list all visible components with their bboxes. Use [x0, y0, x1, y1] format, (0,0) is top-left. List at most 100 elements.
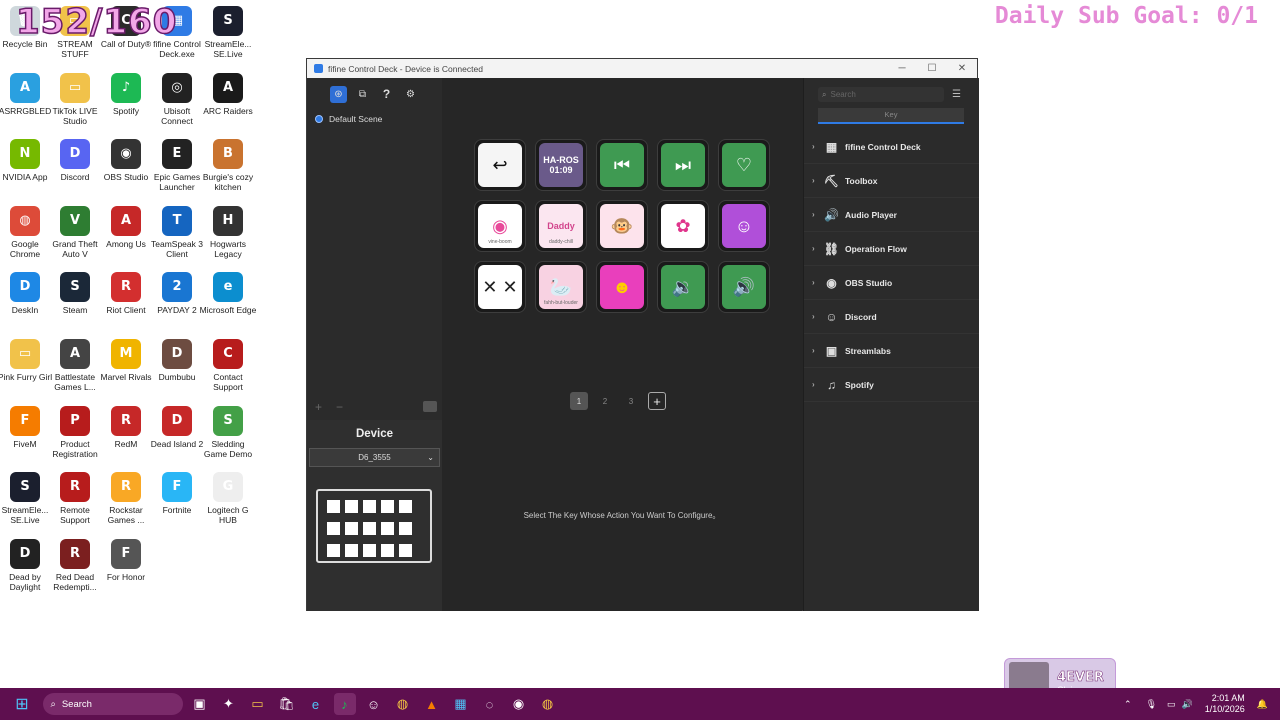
desktop-icon[interactable]: S StreamEle... SE.Live [199, 6, 257, 59]
help-icon[interactable]: ? [378, 86, 395, 103]
desktop-icon-label: Battlestate Games L... [54, 372, 96, 392]
copilot-icon[interactable]: ✦ [218, 693, 240, 715]
category-fifine-control-deck[interactable]: › ▦ fifine Control Deck [804, 130, 979, 164]
desktop-icon[interactable]: R Riot Client [97, 272, 155, 315]
deck-key[interactable]: 🔊 [718, 261, 770, 313]
search-input[interactable]: ⌕ Search [818, 87, 944, 102]
add-page-button[interactable]: + [648, 392, 666, 410]
desktop-icon[interactable]: S Steam [46, 272, 104, 315]
task-view-icon[interactable]: ▣ [189, 693, 211, 715]
chevron-up-icon[interactable]: ⌃ [1124, 699, 1132, 710]
category-list: › ▦ fifine Control Deck › ⛏ Toolbox › 🔊 Audio Pl… [804, 130, 979, 402]
desktop-icon[interactable]: R Rockstar Games ... [97, 472, 155, 525]
edge-icon[interactable]: e [305, 693, 327, 715]
list-view-icon[interactable]: ☰ [952, 89, 961, 100]
copy-icon[interactable]: ⧉ [354, 86, 371, 103]
volume-icon[interactable]: 🔊 [1182, 699, 1193, 710]
desktop-icon[interactable]: T TeamSpeak 3 Client [148, 205, 206, 259]
desktop-icon[interactable]: C Contact Support [199, 339, 257, 392]
desktop-icon[interactable]: D Discord [46, 139, 104, 182]
deck-key[interactable]: ◉ vine-boom [474, 200, 526, 252]
deck-key[interactable]: HA-ROS 01:09 [535, 139, 587, 191]
desktop-icon[interactable]: A ARC Raiders [199, 72, 257, 116]
fifine-control-deck-window: fifine Control Deck - Device is Connecte… [306, 58, 979, 611]
desktop-icon[interactable]: D Dead Island 2 [148, 405, 206, 449]
scene-icon[interactable]: ⊛ [330, 85, 347, 103]
desktop-icon[interactable]: R Remote Support [46, 472, 104, 525]
desktop-icon[interactable]: S Sledding Game Demo [199, 405, 257, 459]
desktop-icon[interactable]: A Among Us [97, 205, 155, 249]
minimize-button[interactable]: ─ [887, 63, 917, 74]
deck-key[interactable]: ⏭ [657, 139, 709, 191]
start-button[interactable]: ⊞ [11, 693, 33, 715]
desktop-icon[interactable]: F For Honor [97, 538, 155, 582]
desktop-icon[interactable]: B Burgie's cozy kitchen [199, 139, 257, 192]
desktop-icon[interactable]: R Red Dead Redempti... [46, 538, 104, 592]
control-deck-taskbar-icon[interactable]: ▦ [450, 693, 472, 715]
clock-time[interactable]: 2:01 AM [1205, 693, 1245, 704]
category-discord[interactable]: › ☺ Discord [804, 300, 979, 334]
network-icon[interactable]: ▭ [1167, 699, 1176, 710]
desktop-icon[interactable]: 2 PAYDAY 2 [148, 272, 206, 315]
discord-taskbar-icon[interactable]: ☺ [363, 693, 385, 715]
page-button-1[interactable]: 1 [570, 392, 588, 410]
page-button-3[interactable]: 3 [622, 392, 640, 410]
deck-key[interactable]: ⏮ [596, 139, 648, 191]
deck-key[interactable]: Daddy daddy-chill [535, 200, 587, 252]
store-icon[interactable]: 🛍 [276, 693, 298, 715]
deck-key[interactable]: ✕ ✕ [474, 261, 526, 313]
desktop-icon[interactable]: D Dumbubu [148, 339, 206, 382]
desktop-icon[interactable]: e Microsoft Edge [199, 272, 257, 315]
category-obs-studio[interactable]: › ◉ OBS Studio [804, 266, 979, 300]
deck-key[interactable]: ♡ [718, 139, 770, 191]
desktop-icon[interactable]: M Marvel Rivals [97, 339, 155, 382]
category-streamlabs[interactable]: › ▣ Streamlabs [804, 334, 979, 368]
scene-options-icon[interactable] [423, 401, 437, 412]
desktop-icon[interactable]: R RedM [97, 405, 155, 449]
desktop-icon[interactable]: ◉ OBS Studio [97, 139, 155, 182]
close-button[interactable]: ✕ [947, 63, 977, 74]
page-button-2[interactable]: 2 [596, 392, 614, 410]
scene-item-default[interactable]: Default Scene [307, 114, 442, 124]
desktop-icon-label: Sledding Game Demo [203, 438, 253, 459]
desktop-icon[interactable]: H Hogwarts Legacy [199, 205, 257, 259]
remove-scene-button[interactable]: − [336, 400, 343, 414]
clock-date[interactable]: 1/10/2026 [1205, 704, 1245, 715]
deck-key[interactable]: ✿ [657, 200, 709, 252]
deck-key[interactable]: ↩ [474, 139, 526, 191]
desktop-icon-label: Hogwarts Legacy [210, 238, 246, 259]
category-toolbox[interactable]: › ⛏ Toolbox [804, 164, 979, 198]
desktop-icon[interactable]: ♪ Spotify [97, 72, 155, 116]
loading-icon[interactable]: ◌ [479, 693, 501, 715]
desktop-icon[interactable]: ◎ Ubisoft Connect [148, 72, 206, 126]
spotify-taskbar-icon[interactable]: ♪ [333, 693, 356, 715]
notification-bell-icon[interactable]: 🔔 [1257, 699, 1268, 710]
deck-key[interactable]: ☻ [596, 261, 648, 313]
microphone-icon[interactable]: 🎙 [1146, 699, 1157, 710]
chrome-taskbar-icon[interactable]: ◍ [392, 693, 414, 715]
desktop-icon[interactable]: G Logitech G HUB [199, 472, 257, 525]
chrome-taskbar-icon-2[interactable]: ◍ [537, 693, 559, 715]
deck-key[interactable]: ☺ [718, 200, 770, 252]
desktop-icon[interactable]: E Epic Games Launcher [148, 139, 206, 192]
taskbar-search[interactable]: ⌕ Search [42, 693, 183, 715]
fivem-taskbar-icon[interactable]: ▲ [421, 693, 443, 715]
maximize-button[interactable]: ☐ [917, 63, 947, 74]
deck-key[interactable]: 🦢 fahh-but-louder [535, 261, 587, 313]
desktop-icon[interactable]: F Fortnite [148, 472, 206, 515]
category-audio-player[interactable]: › 🔊 Audio Player [804, 198, 979, 232]
desktop-icon[interactable]: V Grand Theft Auto V [46, 205, 104, 259]
obs-taskbar-icon[interactable]: ◉ [508, 693, 530, 715]
tab-key[interactable]: Key [818, 108, 964, 124]
device-select[interactable]: D6_3555 ⌄ [309, 448, 440, 467]
deck-key[interactable]: 🔉 [657, 261, 709, 313]
desktop-icon[interactable]: A Battlestate Games L... [46, 339, 104, 392]
category-operation-flow[interactable]: › ⛓ Operation Flow [804, 232, 979, 266]
desktop-icon[interactable]: ▭ TikTok LIVE Studio [46, 72, 104, 126]
file-explorer-icon[interactable]: ▭ [247, 693, 269, 715]
desktop-icon[interactable]: P Product Registration [46, 405, 104, 459]
settings-icon[interactable]: ⚙ [402, 86, 419, 103]
category-spotify[interactable]: › ♫ Spotify [804, 368, 979, 402]
add-scene-button[interactable]: + [315, 400, 322, 414]
deck-key[interactable]: 🐵 [596, 200, 648, 252]
